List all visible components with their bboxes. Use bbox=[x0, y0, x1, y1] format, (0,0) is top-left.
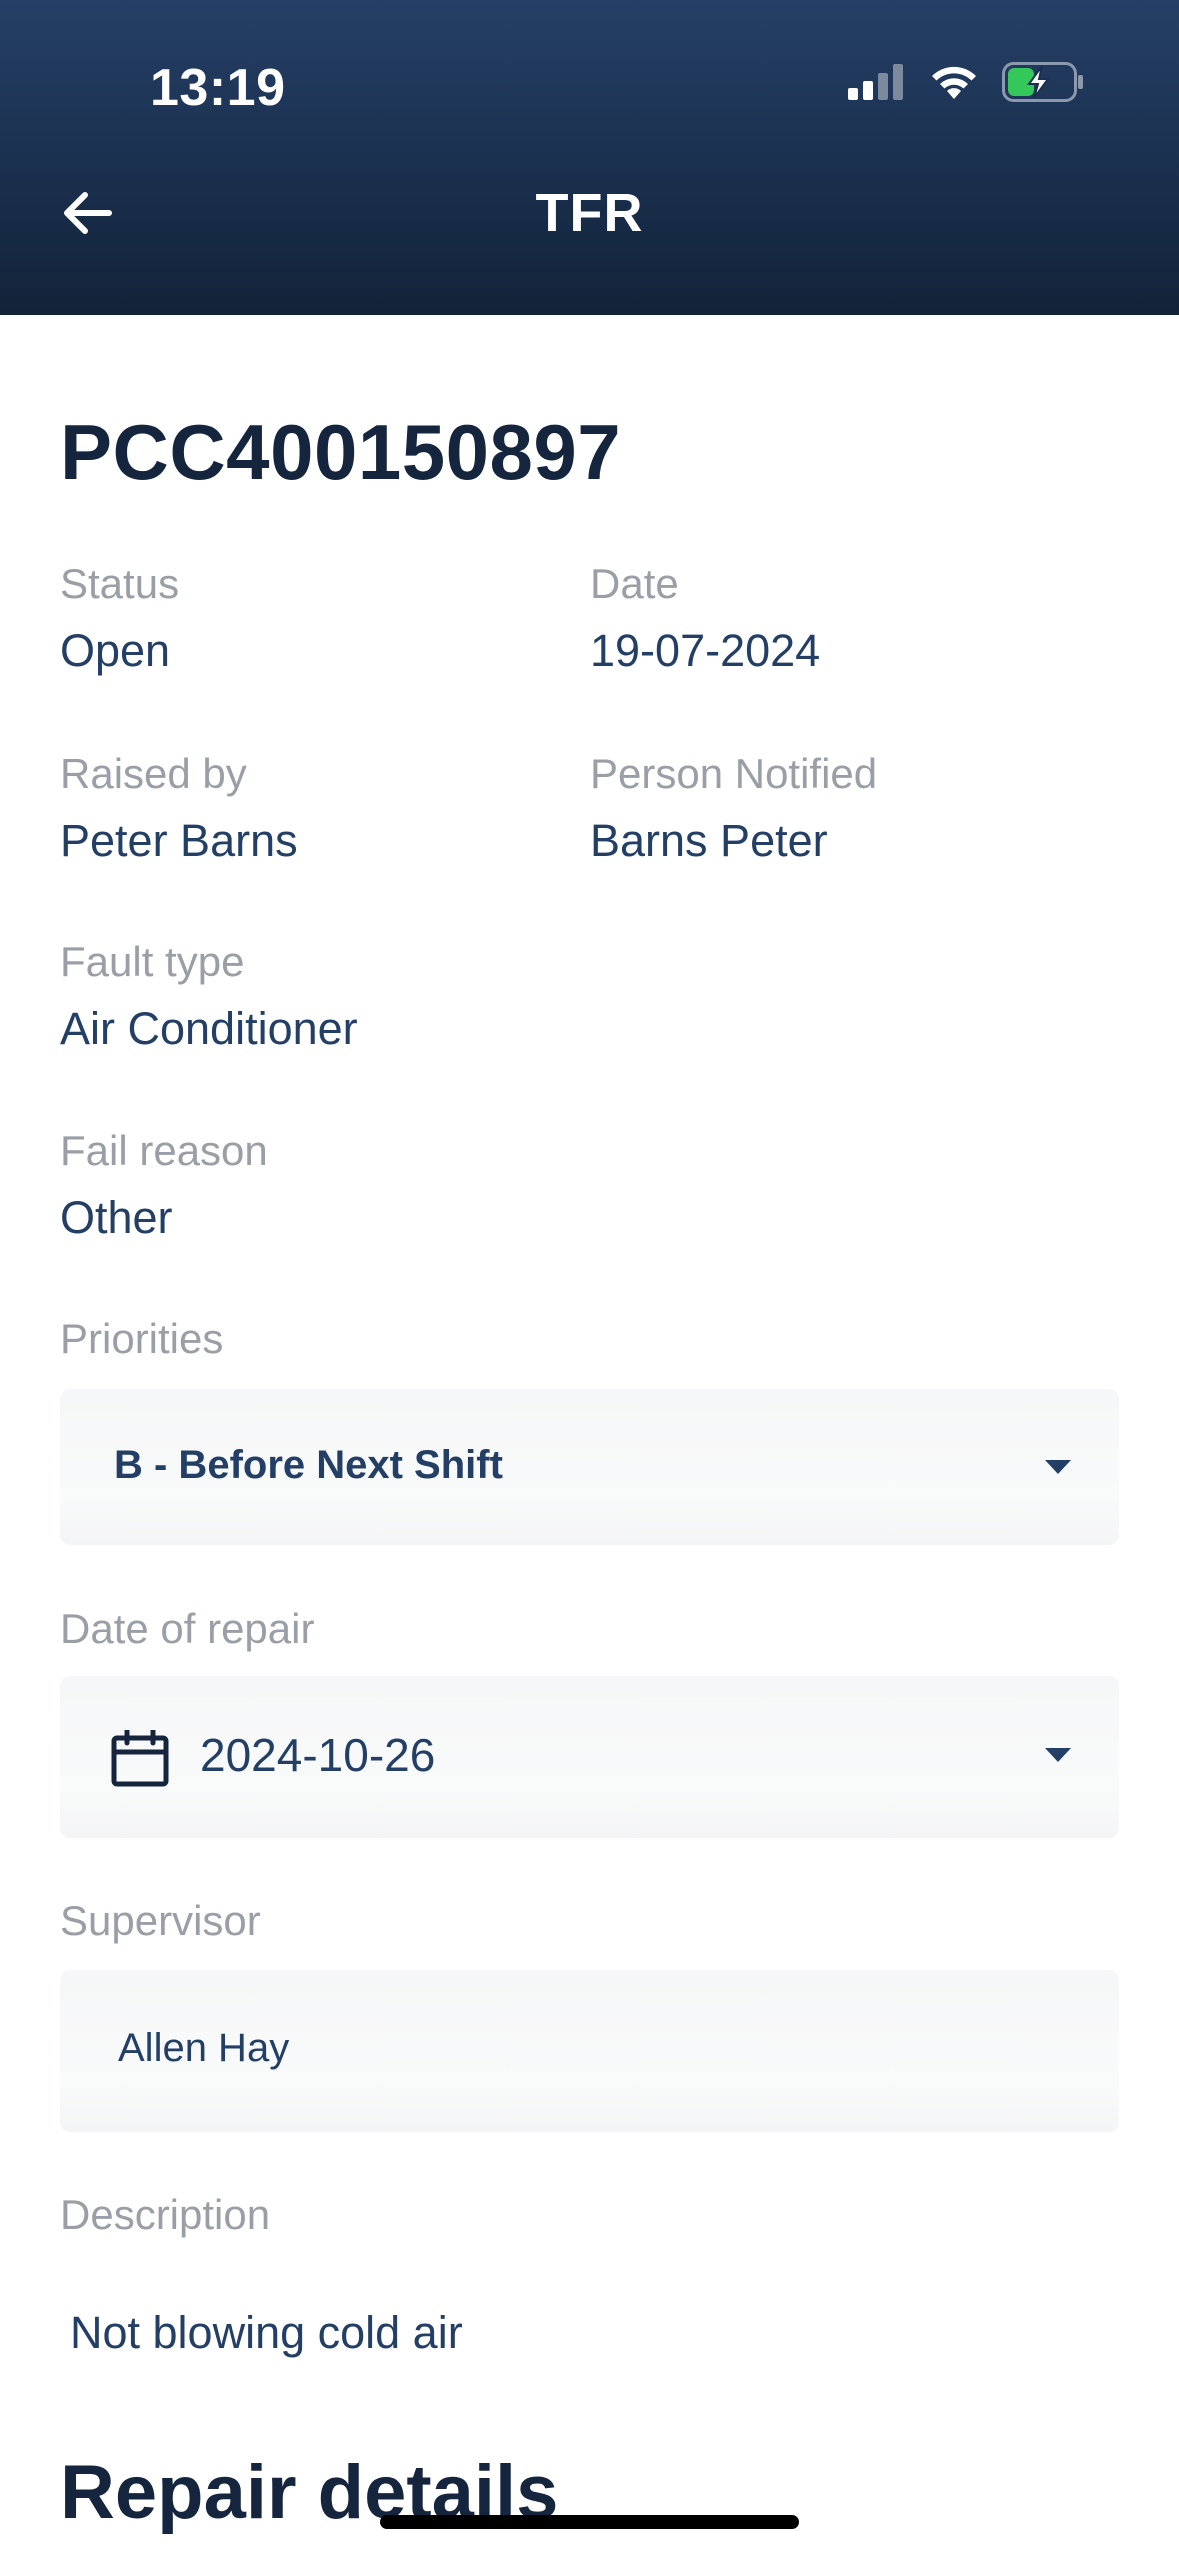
fault-type-label: Fault type bbox=[60, 938, 245, 985]
page-title: TFR bbox=[535, 183, 644, 243]
person-notified-label: Person Notified bbox=[590, 750, 878, 797]
fail-reason-value: Other bbox=[60, 1192, 173, 1243]
raised-by-value: Peter Barns bbox=[60, 815, 298, 866]
calendar-icon bbox=[111, 1730, 169, 1787]
person-notified-value: Barns Peter bbox=[590, 815, 828, 866]
date-of-repair-picker[interactable]: 2024-10-26 bbox=[60, 1676, 1119, 1838]
priorities-label: Priorities bbox=[60, 1315, 224, 1362]
fault-type-value: Air Conditioner bbox=[60, 1003, 358, 1054]
wifi-icon bbox=[932, 66, 976, 99]
supervisor-value: Allen Hay bbox=[118, 2026, 290, 2070]
record-id: PCC400150897 bbox=[60, 408, 622, 496]
date-label: Date bbox=[590, 560, 679, 607]
status-value: Open bbox=[60, 625, 171, 676]
description-label: Description bbox=[60, 2191, 271, 2238]
home-indicator bbox=[380, 2515, 799, 2529]
date-of-repair-value: 2024-10-26 bbox=[200, 1729, 436, 1781]
raised-by-label: Raised by bbox=[60, 750, 247, 797]
supervisor-field[interactable]: Allen Hay bbox=[60, 1970, 1119, 2132]
priorities-select[interactable]: B - Before Next Shift bbox=[60, 1389, 1119, 1545]
chevron-down-icon bbox=[1045, 1748, 1071, 1762]
cellular-signal-icon bbox=[848, 64, 903, 100]
status-time: 13:19 bbox=[150, 59, 286, 117]
date-of-repair-label: Date of repair bbox=[60, 1605, 315, 1652]
app-header: 13:19 TFR bbox=[0, 0, 1179, 315]
status-icons bbox=[848, 62, 1084, 102]
description-value[interactable]: Not blowing cold air bbox=[70, 2307, 463, 2359]
fail-reason-label: Fail reason bbox=[60, 1127, 268, 1174]
priorities-selected-value: B - Before Next Shift bbox=[114, 1443, 503, 1487]
chevron-down-icon bbox=[1045, 1460, 1071, 1474]
status-label: Status bbox=[60, 560, 180, 607]
supervisor-label: Supervisor bbox=[60, 1897, 261, 1944]
battery-charging-icon bbox=[1002, 62, 1083, 102]
date-value: 19-07-2024 bbox=[590, 625, 821, 676]
